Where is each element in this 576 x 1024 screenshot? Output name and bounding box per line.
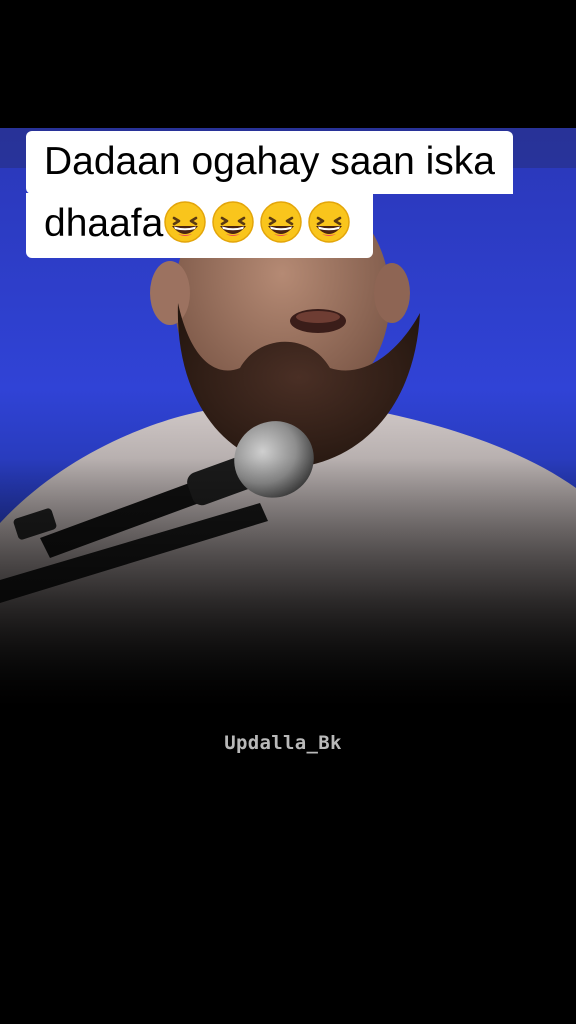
watermark-username: Updalla_Bk (224, 732, 342, 754)
video-screen[interactable]: Dadaan ogahay saan iska dhaafa Updalla_B… (0, 0, 576, 1024)
caption-line-2-text: dhaafa (44, 202, 164, 245)
grinning-squinting-face-icon (307, 200, 351, 244)
grinning-squinting-face-icon (259, 200, 303, 244)
caption-line-2: dhaafa (26, 193, 374, 258)
caption-line-1: Dadaan ogahay saan iska (26, 131, 513, 194)
grinning-squinting-face-icon (163, 200, 207, 244)
video-caption: Dadaan ogahay saan iska dhaafa (26, 131, 526, 259)
grinning-squinting-face-icon (211, 200, 255, 244)
